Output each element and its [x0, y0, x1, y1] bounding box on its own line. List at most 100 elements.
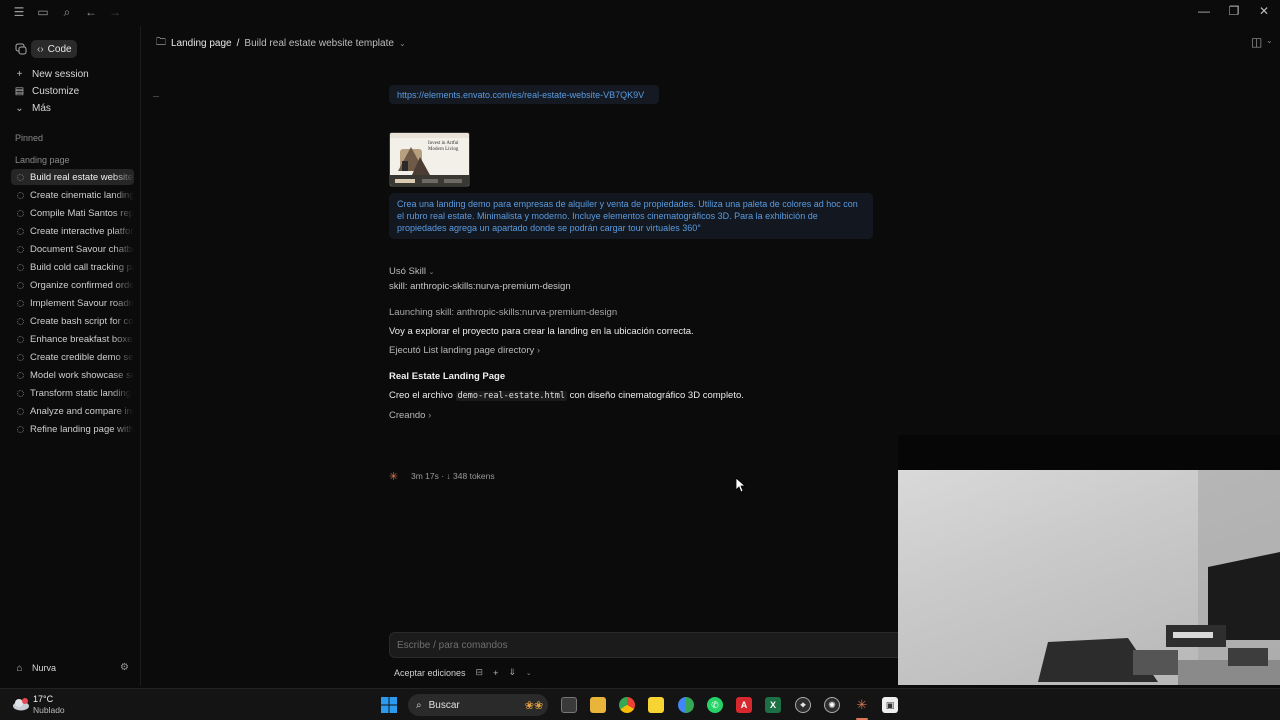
- file-name-code: demo-real-estate.html: [455, 391, 567, 401]
- breadcrumb: 🗀 Landing page / Build real estate websi…: [156, 35, 406, 52]
- claude-app-icon[interactable]: ✳: [854, 697, 870, 713]
- mouse-cursor-icon: [736, 478, 746, 493]
- forward-arrow-icon[interactable]: →: [107, 4, 123, 20]
- session-title: Create bash script for config: [30, 315, 134, 327]
- session-title: Analyze and compare instances: [30, 405, 134, 417]
- skill-used-toggle[interactable]: Usó Skill ⌄: [389, 266, 434, 277]
- search-icon[interactable]: ⌕: [59, 4, 75, 20]
- session-title: Implement Savour roadmap: [30, 297, 134, 309]
- sticky-notes-icon[interactable]: [648, 697, 664, 713]
- chevron-down-icon: ⌄: [428, 269, 435, 276]
- acrobat-icon[interactable]: A: [736, 697, 752, 713]
- chevron-down-icon[interactable]: ⌄: [399, 39, 406, 48]
- more-button[interactable]: ⌄ Más: [15, 101, 51, 115]
- creating-toggle[interactable]: Creando ›: [389, 410, 431, 421]
- customize-button[interactable]: ▤ Customize: [15, 84, 79, 98]
- sidebar-session-item[interactable]: Create credible demo section: [11, 349, 134, 365]
- sidebar-session-item[interactable]: Refine landing page with: [11, 421, 134, 437]
- webcam-overlay: [898, 470, 1280, 685]
- session-title: Create interactive platform: [30, 225, 134, 237]
- session-title: Organize confirmed orders: [30, 279, 134, 291]
- session-status-icon: [17, 227, 24, 235]
- excel-icon[interactable]: X: [765, 697, 781, 713]
- menu-icon[interactable]: ☰: [11, 4, 27, 20]
- briefcase-icon: ▤: [14, 85, 25, 97]
- session-status-icon: [17, 407, 24, 415]
- session-status-icon: [17, 317, 24, 325]
- sidebar-session-item[interactable]: Transform static landing: [11, 385, 134, 401]
- new-session-button[interactable]: + New session: [15, 67, 89, 81]
- sidebar-session-item[interactable]: Document Savour chatbot: [11, 241, 134, 257]
- sidebar-session-item[interactable]: Create bash script for config: [11, 313, 134, 329]
- openai-icon[interactable]: ✺: [824, 697, 840, 713]
- code-mode-button[interactable]: ‹› Code: [31, 40, 77, 58]
- session-status-icon: [17, 191, 24, 199]
- chrome-icon[interactable]: [619, 697, 635, 713]
- sidebar-session-item[interactable]: Implement Savour roadmap: [11, 295, 134, 311]
- task-view-icon[interactable]: [561, 697, 577, 713]
- panel-toggle-icon[interactable]: ◫: [1251, 35, 1262, 49]
- session-status-icon: [17, 425, 24, 433]
- tulips-widget-icon[interactable]: ❀❀: [520, 697, 548, 713]
- sidebar-session-item[interactable]: Model work showcase section: [11, 367, 134, 383]
- session-status-icon: [17, 335, 24, 343]
- chevron-down-icon[interactable]: ⌄: [526, 669, 532, 677]
- panel-chevron-icon[interactable]: ⌄: [1266, 36, 1273, 45]
- sidebar-session-item[interactable]: Organize confirmed orders: [11, 277, 134, 293]
- shortcut-icon[interactable]: ⊟: [476, 667, 484, 678]
- executed-tool-toggle[interactable]: Ejecutó List landing page directory ›: [389, 345, 540, 356]
- accept-edits-toggle[interactable]: Aceptar ediciones: [394, 668, 466, 678]
- maximize-button[interactable]: ❐: [1225, 4, 1243, 20]
- session-title: Enhance breakfast boxes: [30, 333, 134, 345]
- spinner-star-icon: ✳: [389, 471, 399, 483]
- pinned-label: Pinned: [15, 133, 44, 143]
- user-menu[interactable]: ⌂ Nurva: [15, 661, 56, 675]
- project-label[interactable]: Landing page: [15, 155, 70, 165]
- session-status-icon: [17, 371, 24, 379]
- microphone-icon[interactable]: ⇓: [508, 667, 516, 678]
- session-title: Create cinematic landing page: [30, 189, 134, 201]
- sidebar-toggle-icon[interactable]: ▭: [35, 4, 51, 20]
- minimize-button[interactable]: —: [1195, 4, 1213, 20]
- session-title: Document Savour chatbot: [30, 243, 134, 255]
- close-button[interactable]: ✕: [1255, 4, 1273, 20]
- sidebar-session-item[interactable]: Create cinematic landing page: [11, 187, 134, 203]
- session-title: Refine landing page with: [30, 423, 134, 435]
- chevron-right-icon: ›: [428, 410, 432, 421]
- section-heading: Real Estate Landing Page: [389, 371, 506, 382]
- sidebar-session-item[interactable]: Create interactive platform: [11, 223, 134, 239]
- thumbnail-headline: Invest in Artful Modern Living: [428, 141, 459, 152]
- session-status-icon: [17, 263, 24, 271]
- message-input[interactable]: Escribe / para comandos: [389, 632, 909, 658]
- chevron-right-icon: ›: [536, 345, 541, 356]
- sidebar-session-item[interactable]: Compile Mati Santos report: [11, 205, 134, 221]
- sidebar-session-item[interactable]: Build real estate website template: [11, 169, 134, 185]
- title-bar: ☰ ▭ ⌕ ← → — ❐ ✕: [0, 0, 1280, 24]
- settings-gear-icon[interactable]: ⚙: [120, 662, 129, 673]
- weather-condition: Nublado: [33, 705, 65, 715]
- add-icon[interactable]: +: [493, 668, 498, 678]
- weather-cloud-icon[interactable]: [12, 697, 29, 711]
- whatsapp-icon[interactable]: ✆: [707, 697, 723, 713]
- scroll-marker: [153, 96, 159, 97]
- chat-icon[interactable]: [15, 43, 27, 55]
- file-explorer-icon[interactable]: [590, 697, 606, 713]
- sidebar-session-item[interactable]: Build cold call tracking page: [11, 259, 134, 275]
- sidebar-session-item[interactable]: Analyze and compare instances: [11, 403, 134, 419]
- session-title: Create credible demo section: [30, 351, 134, 363]
- user-message-link[interactable]: https://elements.envato.com/es/real-esta…: [389, 85, 659, 104]
- attached-image-thumbnail[interactable]: Invest in Artful Modern Living: [389, 132, 470, 187]
- chevron-down-icon: ⌄: [15, 102, 24, 114]
- maps-pin-icon[interactable]: ⌖: [795, 697, 811, 713]
- sidebar-session-item[interactable]: Enhance breakfast boxes: [11, 331, 134, 347]
- snipping-tool-icon[interactable]: ▣: [882, 697, 898, 713]
- chrome-profile-icon[interactable]: [678, 697, 694, 713]
- back-arrow-icon[interactable]: ←: [83, 4, 99, 20]
- breadcrumb-session[interactable]: Build real estate website template: [244, 38, 394, 49]
- windows-start-icon[interactable]: [381, 697, 397, 713]
- session-status-icon: [17, 281, 24, 289]
- session-status-icon: [17, 245, 24, 253]
- session-status-icon: [17, 299, 24, 307]
- breadcrumb-project[interactable]: Landing page: [171, 38, 232, 49]
- skill-line: skill: anthropic-skills:nurva-premium-de…: [389, 281, 571, 292]
